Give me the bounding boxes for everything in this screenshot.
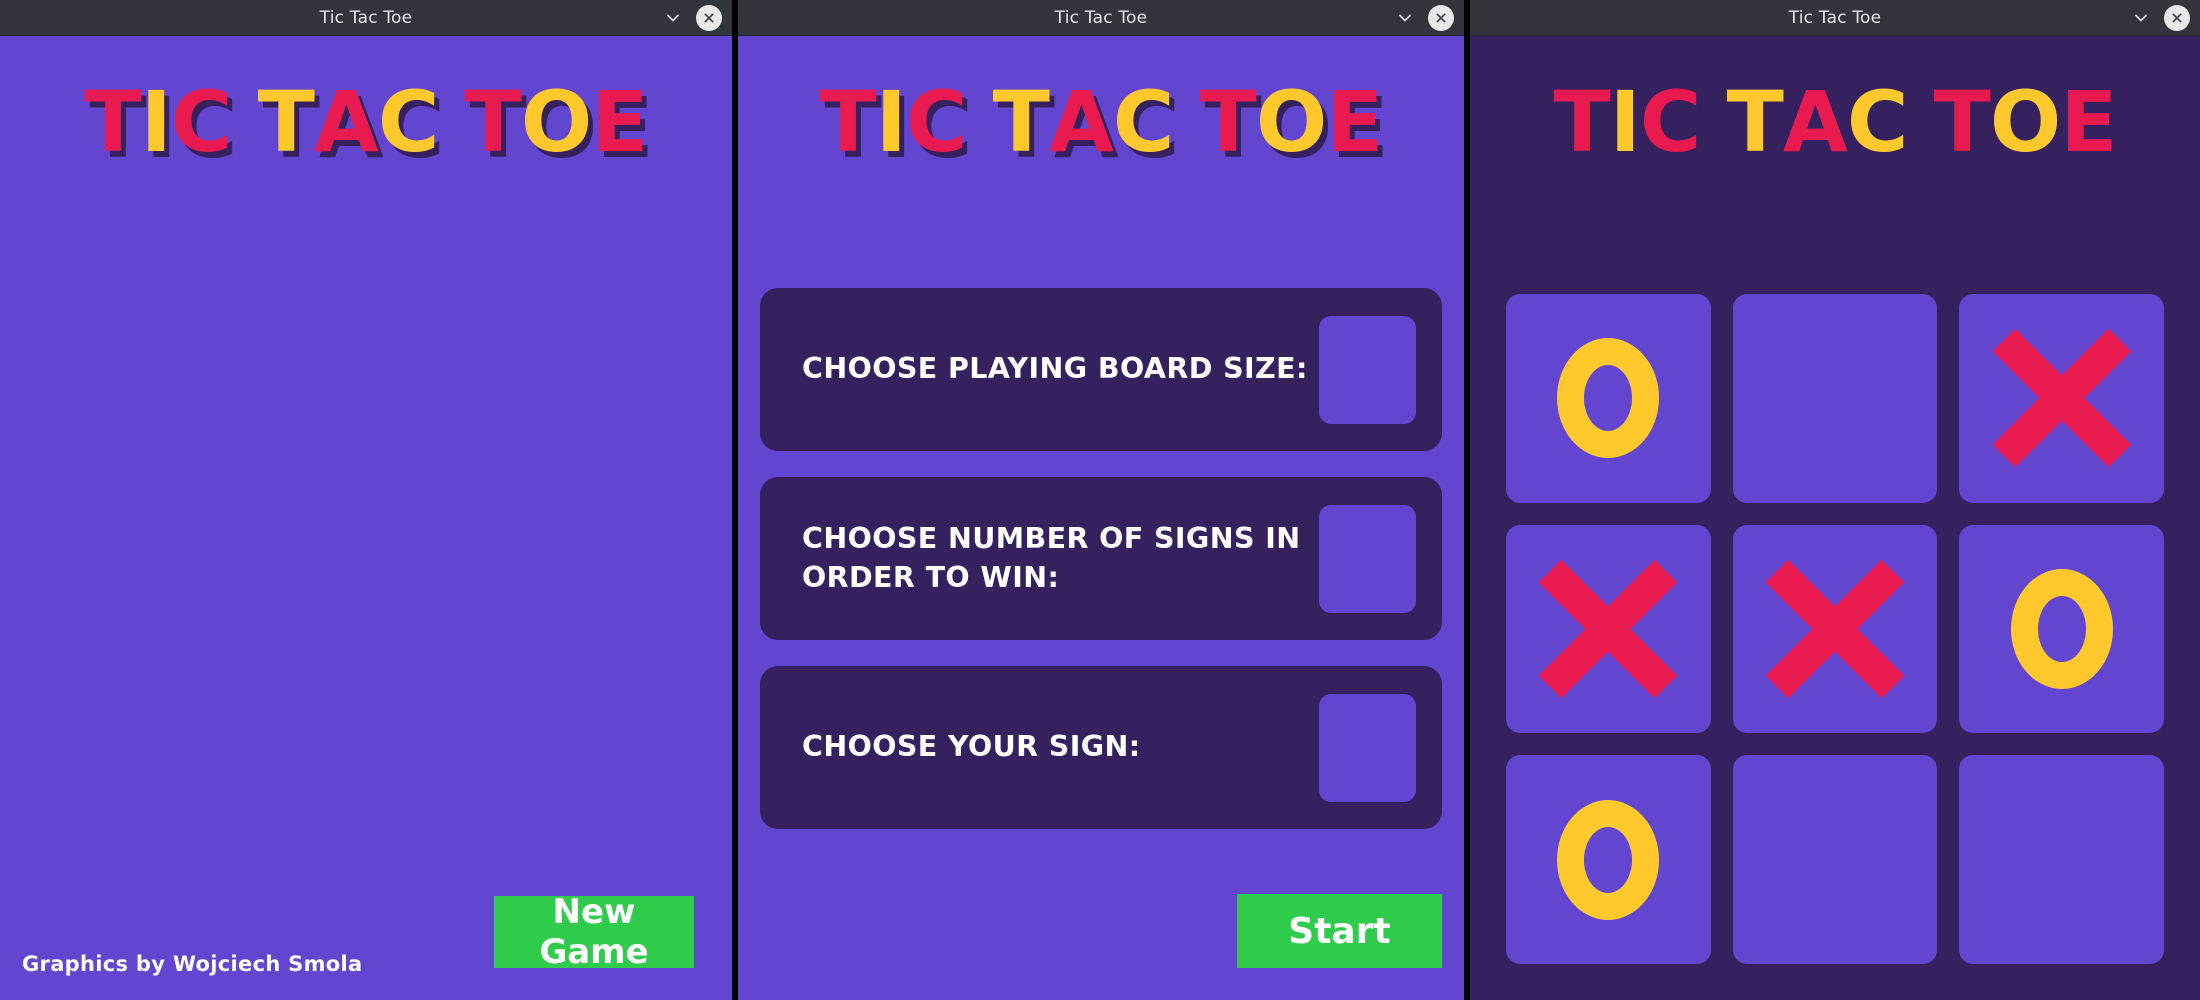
x-mark-icon bbox=[1543, 564, 1673, 694]
board-cell-2-1[interactable] bbox=[1732, 755, 1938, 964]
window-controls bbox=[1394, 0, 1454, 35]
setup-options: CHOOSE PLAYING BOARD SIZE: CHOOSE NUMBER… bbox=[760, 288, 1442, 829]
logo-letter: I bbox=[1609, 73, 1641, 171]
logo-letter: C bbox=[1846, 73, 1909, 171]
logo-letter: E bbox=[2060, 73, 2117, 171]
o-mark-icon bbox=[1557, 799, 1660, 920]
logo-letter: T bbox=[257, 73, 315, 171]
logo-letter: C bbox=[905, 73, 968, 171]
close-icon[interactable] bbox=[1428, 4, 1454, 31]
logo-letter: T bbox=[819, 73, 876, 171]
x-mark-icon bbox=[1770, 564, 1900, 694]
start-button[interactable]: Start bbox=[1237, 894, 1442, 968]
your-sign-input[interactable] bbox=[1319, 693, 1416, 802]
logo-letter: C bbox=[377, 73, 440, 171]
option-label: CHOOSE YOUR SIGN: bbox=[802, 730, 1141, 764]
chevron-down-icon[interactable] bbox=[2130, 7, 2152, 29]
logo-letter: C bbox=[170, 73, 233, 171]
window-title: Tic Tac Toe bbox=[1788, 7, 1882, 28]
logo-letter: A bbox=[313, 73, 379, 171]
logo-letter: O bbox=[1255, 73, 1327, 171]
window-game: Tic Tac Toe TIC TAC TOE bbox=[1470, 0, 2200, 1000]
logo-letter: T bbox=[992, 73, 1050, 171]
board-cell-0-2[interactable] bbox=[1959, 294, 2164, 503]
logo-letter: T bbox=[1933, 73, 1991, 171]
board-cell-1-1[interactable] bbox=[1732, 524, 1938, 734]
window-title: Tic Tac Toe bbox=[319, 7, 413, 28]
window-controls bbox=[2130, 0, 2190, 35]
board-cell-2-0[interactable] bbox=[1506, 755, 1711, 964]
game-board bbox=[1506, 294, 2164, 964]
option-label: CHOOSE NUMBER OF SIGNS IN ORDER TO WIN: bbox=[802, 522, 1301, 594]
x-mark-icon bbox=[1997, 333, 2127, 463]
titlebar-home[interactable]: Tic Tac Toe bbox=[0, 0, 732, 36]
chevron-down-icon[interactable] bbox=[1394, 7, 1416, 29]
o-mark-icon bbox=[1557, 338, 1660, 459]
o-mark-icon bbox=[2010, 568, 2113, 689]
new-game-button[interactable]: New Game bbox=[494, 892, 694, 972]
game-logo: TIC TAC TOE bbox=[738, 36, 1464, 164]
logo-letter: O bbox=[520, 73, 592, 171]
app-home-screen: TIC TAC TOE Graphics by Wojciech Smola New… bbox=[0, 36, 732, 1000]
option-row-board-size[interactable]: CHOOSE PLAYING BOARD SIZE: bbox=[760, 288, 1442, 451]
logo-letter: A bbox=[1048, 73, 1114, 171]
logo-letter: C bbox=[1112, 73, 1175, 171]
logo-letter: I bbox=[875, 73, 907, 171]
logo-letter: I bbox=[140, 73, 172, 171]
board-cell-1-2[interactable] bbox=[1959, 524, 2164, 734]
close-icon[interactable] bbox=[2164, 4, 2190, 31]
titlebar-setup[interactable]: Tic Tac Toe bbox=[738, 0, 1464, 36]
game-logo: TIC TAC TOE bbox=[1470, 36, 2200, 164]
window-title: Tic Tac Toe bbox=[1054, 7, 1148, 28]
window-home: Tic Tac Toe TIC TAC TOE Graphics by Wojcie… bbox=[0, 0, 732, 1000]
option-label: CHOOSE PLAYING BOARD SIZE: bbox=[802, 352, 1308, 386]
option-row-your-sign[interactable]: CHOOSE YOUR SIGN: bbox=[760, 666, 1442, 829]
window-controls bbox=[662, 0, 722, 35]
desktop: Tic Tac Toe TIC TAC TOE Graphics by Wojcie… bbox=[0, 0, 2200, 1000]
titlebar-game[interactable]: Tic Tac Toe bbox=[1470, 0, 2200, 36]
app-setup-screen: TIC TAC TOE CHOOSE PLAYING BOARD SIZE: CHO… bbox=[738, 36, 1464, 1000]
option-row-signs-to-win[interactable]: CHOOSE NUMBER OF SIGNS IN ORDER TO WIN: bbox=[760, 477, 1442, 640]
close-icon[interactable] bbox=[696, 4, 722, 31]
board-cell-0-0[interactable] bbox=[1506, 294, 1711, 503]
logo-letter: E bbox=[591, 73, 648, 171]
chevron-down-icon[interactable] bbox=[662, 7, 684, 29]
board-cell-0-1[interactable] bbox=[1732, 294, 1938, 503]
board-size-input[interactable] bbox=[1319, 315, 1416, 424]
window-setup: Tic Tac Toe TIC TAC TOE CHOOSE PLAYING BOA… bbox=[738, 0, 1464, 1000]
logo-letter: O bbox=[1989, 73, 2061, 171]
logo-letter: T bbox=[1199, 73, 1257, 171]
graphics-credit: Graphics by Wojciech Smola bbox=[22, 952, 363, 976]
board-cell-2-2[interactable] bbox=[1959, 755, 2164, 964]
logo-letter: T bbox=[1553, 73, 1610, 171]
logo-letter: T bbox=[1726, 73, 1784, 171]
game-logo: TIC TAC TOE bbox=[0, 36, 732, 164]
logo-letter: T bbox=[84, 73, 141, 171]
board-cell-1-0[interactable] bbox=[1506, 524, 1711, 734]
logo-letter: E bbox=[1326, 73, 1383, 171]
app-game-screen: TIC TAC TOE bbox=[1470, 36, 2200, 1000]
signs-to-win-input[interactable] bbox=[1319, 504, 1416, 613]
logo-letter: C bbox=[1639, 73, 1702, 171]
logo-letter: T bbox=[464, 73, 522, 171]
logo-letter: A bbox=[1782, 73, 1848, 171]
